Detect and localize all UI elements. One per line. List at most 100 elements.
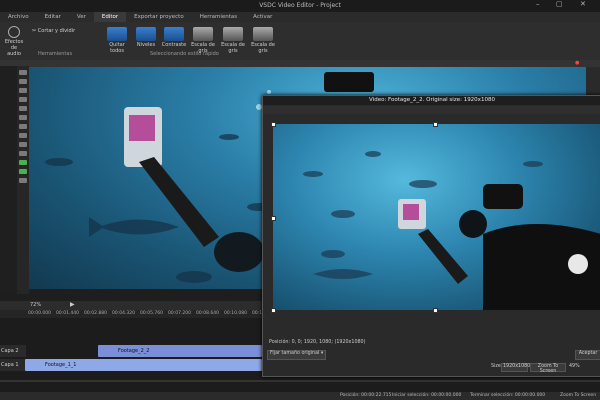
green-icon[interactable] <box>19 160 27 165</box>
quick-style-btn-5[interactable]: Escala de gris <box>218 27 248 54</box>
camera-filter <box>129 115 155 141</box>
btn-label: Quitar todos <box>109 42 125 54</box>
menu-activar[interactable]: Activar <box>245 12 280 22</box>
status-start-sel: Iniciar selección: 00:00:00.000 <box>392 393 462 398</box>
ribbon: Efectos de audio ✂ Cortar y dividir Herr… <box>0 22 600 63</box>
ruler-tick: 00:04.320 <box>112 311 135 316</box>
fix-size-label: Fijar tamaño original <box>270 351 320 356</box>
minimize-icon[interactable]: – <box>536 0 540 12</box>
menu-archivo[interactable]: Archivo <box>0 12 37 22</box>
quick-style-btn-4[interactable]: Escala de gris <box>188 27 218 54</box>
btn-label: Escala de gris <box>251 42 275 54</box>
video-icon[interactable] <box>19 97 27 102</box>
maximize-icon[interactable]: ▢ <box>556 0 563 12</box>
menu-ver[interactable]: Ver <box>69 12 94 22</box>
btn-label: Escala de gris <box>221 42 245 54</box>
popup-scene <box>273 124 600 310</box>
thumb-icon <box>223 27 243 41</box>
left-strip <box>0 66 17 294</box>
resize-handle-tl[interactable] <box>271 122 276 127</box>
green-icon[interactable] <box>19 169 27 174</box>
ruler-tick: 00:07.200 <box>168 311 191 316</box>
image-icon[interactable] <box>19 106 27 111</box>
popup-video[interactable] <box>273 124 600 310</box>
text-icon[interactable] <box>19 79 27 84</box>
preview-toolbar: ● <box>0 60 600 67</box>
quick-style-btn-1[interactable]: Quitar todos <box>103 27 131 54</box>
zoom-to-screen-button[interactable]: Zoom To Screen <box>530 363 566 374</box>
bubble <box>267 90 271 94</box>
ruler-tick: 00:05.760 <box>140 311 163 316</box>
resize-handle-l[interactable] <box>271 216 276 221</box>
quick-style-group-label: Seleccionando estilo rápido <box>150 51 219 57</box>
status-zoom-screen[interactable]: Zoom To Screen <box>560 393 596 398</box>
sprite-icon[interactable] <box>19 142 27 147</box>
popup-toolbar <box>263 106 600 114</box>
quick-style-btn-3[interactable]: Contraste <box>160 27 188 48</box>
status-end-sel: Terminar selección: 00:00:00.000 <box>470 393 546 398</box>
popup-zoom-pct[interactable]: 49% <box>569 364 580 369</box>
resize-handle-bl[interactable] <box>271 308 276 313</box>
resize-handle-b[interactable] <box>433 308 438 313</box>
shape-icon[interactable] <box>19 88 27 93</box>
thumb-icon <box>107 27 127 41</box>
thumb-icon <box>253 27 273 41</box>
status-position: Posición: 00:00:22.715 <box>340 393 392 398</box>
mask-icon[interactable] <box>19 133 27 138</box>
thumb-icon <box>136 27 156 41</box>
btn-label: Niveles <box>136 42 156 48</box>
pointer-icon[interactable] <box>19 70 27 75</box>
thumb-icon <box>193 27 213 41</box>
diver-mask <box>483 184 523 209</box>
suit-logo <box>568 254 588 274</box>
menu-editor[interactable]: Editor <box>93 12 127 22</box>
size-field[interactable]: 1920x1080 <box>501 363 530 372</box>
move-icon[interactable] <box>19 178 27 183</box>
tools-sidebar <box>17 66 29 294</box>
video-popup[interactable]: Video: Footage_2_2. Original size: 1920x… <box>262 95 600 377</box>
diver-mask <box>324 72 374 92</box>
preview-zoom[interactable]: 72% <box>30 302 41 308</box>
chart-icon[interactable] <box>19 124 27 129</box>
clip-footage-2[interactable]: Footage_2_2 <box>98 345 262 357</box>
apply-button[interactable]: Aceptar <box>575 350 600 360</box>
ruler-tick: 00:00.000 <box>28 311 51 316</box>
audio-icon[interactable] <box>19 115 27 120</box>
menu-editar[interactable]: Editar <box>37 12 69 22</box>
menu-bar: Archivo Editar Ver Editor Exportar proye… <box>0 12 600 22</box>
play-icon[interactable]: ▶ <box>70 301 75 308</box>
camera-filter <box>403 204 419 220</box>
record-icon[interactable]: ● <box>575 60 579 66</box>
status-bar: Posición: 00:00:22.715 Iniciar selección… <box>0 392 600 400</box>
quick-style-btn-2[interactable]: Niveles <box>132 27 160 48</box>
diver-hand <box>214 232 264 272</box>
resize-handle-t[interactable] <box>433 122 438 127</box>
thumb-icon <box>164 27 184 41</box>
track-head-1[interactable]: Capa 1 <box>0 359 26 371</box>
cut-split-button[interactable]: ✂ Cortar y dividir <box>32 28 75 34</box>
cut-split-label: Cortar y dividir <box>37 28 76 34</box>
regulator <box>459 210 487 238</box>
clip-footage-1[interactable]: Footage_1_1 <box>25 359 262 371</box>
btn-label: Contraste <box>161 42 187 48</box>
quick-style-btn-6[interactable]: Escala de gris <box>248 27 278 54</box>
track-divider <box>0 380 600 382</box>
ruler-tick: 00:08.640 <box>196 311 219 316</box>
menu-exportar[interactable]: Exportar proyecto <box>126 12 192 22</box>
ruler-tick: 00:10.080 <box>224 311 247 316</box>
menu-herramientas[interactable]: Herramientas <box>192 12 245 22</box>
ruler-tick: 00:02.880 <box>84 311 107 316</box>
close-icon[interactable]: ✕ <box>580 0 586 12</box>
audio-icon <box>8 26 20 38</box>
popup-scene-art <box>303 151 600 310</box>
tools-group-label: Herramientas <box>38 51 73 57</box>
effects-icon[interactable] <box>19 151 27 156</box>
fix-size-dropdown[interactable]: Fijar tamaño original ▾ <box>267 350 326 360</box>
window-title: VSDC Video Editor - Project <box>259 2 341 9</box>
track-head-2[interactable]: Capa 2 <box>0 345 26 357</box>
ruler-tick: 00:01.440 <box>56 311 79 316</box>
popup-title: Video: Footage_2_2. Original size: 1920x… <box>263 96 600 105</box>
selfie-stick <box>418 229 468 284</box>
clip-label: Footage_1_1 <box>45 362 77 368</box>
audio-effects-button[interactable]: Efectos de audio <box>4 26 24 57</box>
